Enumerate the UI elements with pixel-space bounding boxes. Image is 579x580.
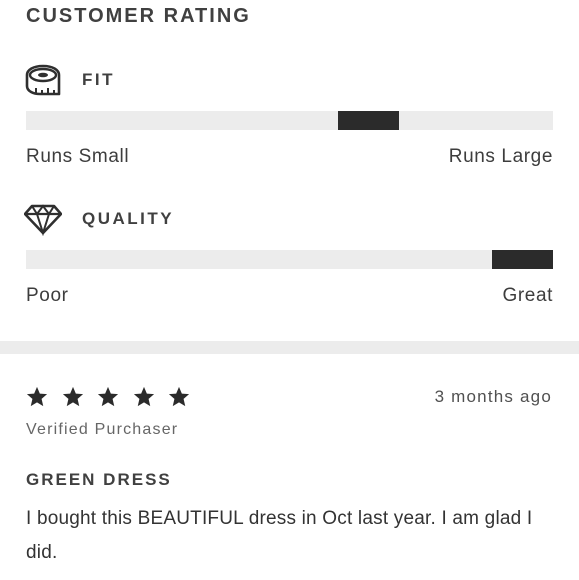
quality-label: QUALITY bbox=[82, 209, 175, 228]
quality-low-label: Poor bbox=[26, 285, 69, 306]
measuring-tape-icon bbox=[25, 64, 61, 96]
fit-high-label: Runs Large bbox=[448, 146, 553, 167]
fit-label: FIT bbox=[82, 70, 115, 89]
customer-rating-section: CUSTOMER RATING FIT Runs Small Runs Larg… bbox=[0, 0, 579, 341]
review-title: GREEN DRESS bbox=[26, 470, 172, 489]
section-divider bbox=[0, 341, 579, 354]
fit-scale-track bbox=[26, 111, 553, 130]
customer-rating-title: CUSTOMER RATING bbox=[26, 5, 251, 27]
quality-high-label: Great bbox=[502, 285, 553, 306]
review-date: 3 months ago bbox=[434, 387, 552, 406]
quality-scale-track bbox=[26, 250, 553, 269]
star-icon bbox=[97, 386, 119, 407]
verified-purchaser-badge: Verified Purchaser bbox=[26, 421, 179, 438]
star-icon bbox=[62, 386, 83, 407]
star-icon bbox=[133, 386, 154, 407]
star-rating bbox=[26, 386, 204, 408]
quality-scale-marker bbox=[492, 250, 553, 269]
review-body: I bought this BEAUTIFUL dress in Oct las… bbox=[26, 508, 533, 563]
star-icon bbox=[26, 386, 48, 407]
star-icon bbox=[168, 386, 190, 407]
diamond-icon bbox=[24, 204, 62, 236]
fit-scale-marker bbox=[338, 111, 399, 130]
fit-low-label: Runs Small bbox=[26, 146, 130, 167]
